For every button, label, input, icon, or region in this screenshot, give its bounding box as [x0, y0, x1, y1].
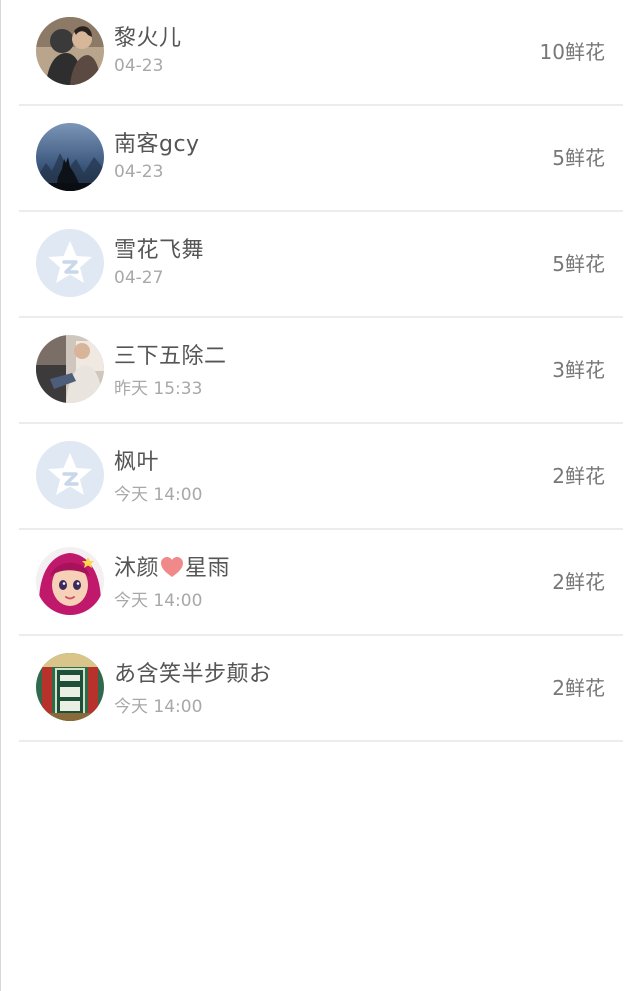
avatar-cartoon-girl [36, 547, 104, 615]
avatar-wolf-night [36, 123, 104, 191]
list-item[interactable]: 雪花飞舞 04-27 5鲜花 [19, 212, 623, 318]
user-name-part: 沐颜 [114, 556, 160, 581]
default-avatar-star-icon [36, 441, 104, 509]
avatar[interactable] [36, 335, 104, 403]
gift-time: 04-27 [114, 268, 164, 288]
user-name-part: 星雨 [185, 556, 231, 581]
list-item[interactable]: 三下五除二 昨天 15:33 3鲜花 [19, 318, 623, 424]
flower-count: 2鲜花 [552, 464, 605, 488]
default-avatar-star-icon [36, 229, 104, 297]
user-name: 沐颜 星雨 [114, 550, 230, 584]
gift-time: 今天 14:00 [114, 697, 203, 717]
user-name: 南客gcy [114, 132, 200, 157]
gift-time: 04-23 [114, 162, 164, 182]
user-name: 三下五除二 [114, 344, 227, 369]
gift-time: 昨天 15:33 [114, 379, 203, 399]
flower-count: 2鲜花 [552, 570, 605, 594]
list-item[interactable]: 沐颜 星雨 今天 14:00 2鲜花 [19, 530, 623, 636]
avatar[interactable] [36, 441, 104, 509]
user-name: 黎火儿 [114, 26, 182, 51]
avatar-photo-couple [36, 17, 104, 85]
list-item[interactable]: 枫叶 今天 14:00 2鲜花 [19, 424, 623, 530]
gift-time: 04-23 [114, 56, 164, 76]
flower-count: 10鲜花 [539, 40, 605, 64]
avatar[interactable] [36, 547, 104, 615]
user-name: 雪花飞舞 [114, 238, 205, 263]
avatar[interactable] [36, 229, 104, 297]
list-item[interactable]: あ含笑半步颠お 今天 14:00 2鲜花 [19, 636, 623, 742]
list-item[interactable]: 南客gcy 04-23 5鲜花 [19, 106, 623, 212]
flower-count: 5鲜花 [552, 146, 605, 170]
avatar[interactable] [36, 653, 104, 721]
user-name: 枫叶 [114, 450, 160, 475]
list-item[interactable]: 黎火儿 04-23 10鲜花 [19, 0, 623, 106]
screen: 黎火儿 04-23 10鲜花 南客gcy 04-23 5鲜花 雪花飞舞 04-2… [0, 0, 640, 991]
gift-time: 今天 14:00 [114, 485, 203, 505]
gift-time: 今天 14:00 [114, 591, 203, 611]
flower-count: 5鲜花 [552, 252, 605, 276]
avatar-photo-person [36, 335, 104, 403]
heart-icon [160, 556, 184, 584]
user-name: あ含笑半步颠お [114, 662, 272, 687]
avatar[interactable] [36, 123, 104, 191]
avatar-green-ornament [36, 653, 104, 721]
avatar[interactable] [36, 17, 104, 85]
flower-gift-list: 黎火儿 04-23 10鲜花 南客gcy 04-23 5鲜花 雪花飞舞 04-2… [19, 0, 623, 742]
flower-count: 2鲜花 [552, 676, 605, 700]
flower-count: 3鲜花 [552, 358, 605, 382]
